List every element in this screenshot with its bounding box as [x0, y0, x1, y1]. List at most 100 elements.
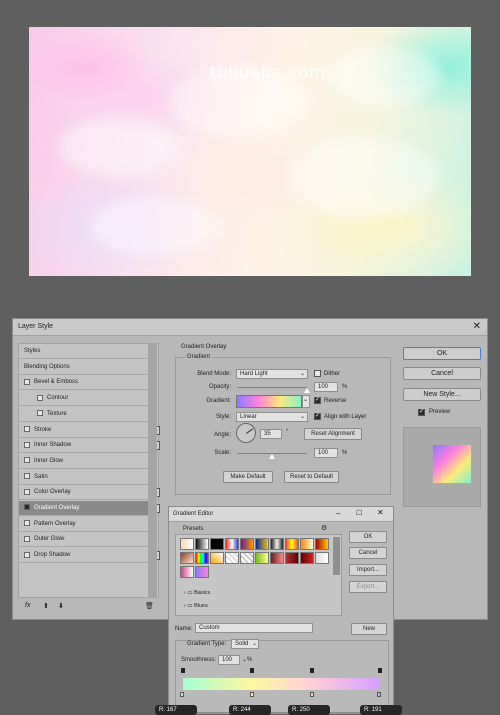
- preset-swatch[interactable]: [270, 538, 284, 550]
- preset-swatch[interactable]: [195, 552, 209, 564]
- preset-swatch[interactable]: [225, 552, 239, 564]
- preset-swatch[interactable]: [285, 552, 299, 564]
- new-button[interactable]: New: [351, 623, 387, 635]
- preset-swatch[interactable]: [285, 538, 299, 550]
- style-checkbox[interactable]: [24, 551, 30, 558]
- opacity-slider[interactable]: [237, 387, 307, 388]
- opacity-stop[interactable]: [250, 668, 254, 673]
- fx-icon[interactable]: fx: [25, 602, 30, 609]
- style-item[interactable]: Color Overlay+: [19, 485, 160, 501]
- style-checkbox[interactable]: [24, 473, 30, 480]
- preset-swatch[interactable]: [195, 538, 209, 550]
- preset-swatch[interactable]: [240, 538, 254, 550]
- opacity-stop[interactable]: [181, 668, 185, 673]
- ge-ok-button[interactable]: OK: [349, 531, 387, 543]
- style-item[interactable]: Inner Shadow+: [19, 438, 160, 454]
- style-item[interactable]: Outer Glow: [19, 532, 149, 548]
- opacity-stop[interactable]: [378, 668, 382, 673]
- presets-scrollbar[interactable]: [333, 537, 340, 575]
- style-checkbox[interactable]: [24, 378, 30, 385]
- style-item[interactable]: Stroke+: [19, 423, 160, 438]
- preset-swatch[interactable]: [240, 552, 254, 564]
- folder-blues[interactable]: › ▭ Blues: [184, 603, 208, 609]
- cancel-button[interactable]: Cancel: [403, 367, 481, 380]
- opacity-stop[interactable]: [310, 668, 314, 673]
- reverse-checkbox[interactable]: ✓: [314, 397, 321, 404]
- angle-dial[interactable]: [236, 423, 256, 443]
- maximize-icon[interactable]: ☐: [356, 509, 362, 517]
- style-item[interactable]: Blending Options: [19, 360, 149, 375]
- gradient-swatch[interactable]: [236, 395, 302, 408]
- angle-input[interactable]: 35: [260, 429, 282, 439]
- opacity-slider-knob[interactable]: [304, 388, 310, 393]
- preset-swatch[interactable]: [300, 552, 314, 564]
- color-stop[interactable]: [250, 692, 254, 697]
- make-default-button[interactable]: Make Default: [223, 471, 273, 483]
- new-style-button[interactable]: New Style...: [403, 388, 481, 401]
- styles-scrollbar[interactable]: [148, 343, 157, 598]
- gradient-type-select[interactable]: Solid ⌄: [231, 639, 259, 649]
- minimize-icon[interactable]: –: [336, 509, 340, 518]
- preview-checkbox[interactable]: ✓: [418, 409, 425, 416]
- preset-swatch[interactable]: [315, 538, 329, 550]
- name-input[interactable]: Custom: [195, 623, 313, 633]
- preset-swatch[interactable]: [255, 538, 269, 550]
- gradient-bar[interactable]: [183, 678, 380, 690]
- style-checkbox[interactable]: [24, 425, 30, 432]
- folder-basics[interactable]: › ▭ Basics: [184, 590, 210, 596]
- preset-swatch[interactable]: [225, 538, 239, 550]
- style-item[interactable]: Inner Glow: [19, 454, 149, 469]
- preset-swatch[interactable]: [270, 552, 284, 564]
- scale-slider-knob[interactable]: [269, 454, 275, 459]
- preset-swatch[interactable]: [300, 538, 314, 550]
- import-button[interactable]: Import...: [349, 564, 387, 576]
- preset-swatch[interactable]: [255, 552, 269, 564]
- opacity-input[interactable]: 100: [314, 382, 338, 392]
- style-checkbox[interactable]: [37, 410, 43, 417]
- move-up-icon[interactable]: ⬆: [43, 602, 49, 610]
- style-checkbox[interactable]: [24, 535, 30, 542]
- dither-checkbox[interactable]: [314, 370, 321, 377]
- scale-input[interactable]: 100: [314, 448, 338, 458]
- style-checkbox[interactable]: [24, 488, 30, 495]
- style-select[interactable]: Linear ⌄: [236, 412, 308, 422]
- presets-gear-icon[interactable]: ⚙: [321, 524, 327, 532]
- reset-alignment-button[interactable]: Reset Alignment: [304, 428, 362, 440]
- style-item[interactable]: Drop Shadow+: [19, 548, 160, 564]
- color-stop[interactable]: [180, 692, 184, 697]
- preset-swatch[interactable]: [195, 566, 209, 578]
- style-item[interactable]: Pattern Overlay: [19, 517, 149, 532]
- close-icon[interactable]: ✕: [473, 321, 481, 332]
- gradient-dropdown[interactable]: ⌄: [302, 395, 310, 408]
- trash-icon[interactable]: 🗑: [145, 602, 154, 610]
- ge-cancel-button[interactable]: Cancel: [349, 547, 387, 559]
- preset-swatch[interactable]: [180, 552, 194, 564]
- color-stop[interactable]: [377, 692, 381, 697]
- blend-mode-select[interactable]: Hard Light ⌄: [236, 369, 308, 379]
- style-checkbox[interactable]: [24, 520, 30, 527]
- style-item[interactable]: Styles: [19, 344, 149, 359]
- close-icon[interactable]: ✕: [377, 508, 384, 517]
- preset-swatch[interactable]: [210, 538, 224, 550]
- style-checkbox[interactable]: [37, 394, 43, 401]
- ok-button[interactable]: OK: [403, 347, 481, 360]
- move-down-icon[interactable]: ⬇: [58, 602, 64, 610]
- preset-swatch[interactable]: [315, 552, 329, 564]
- preset-swatch[interactable]: [180, 538, 194, 550]
- style-checkbox[interactable]: [24, 457, 30, 464]
- align-with-layer-checkbox[interactable]: ✓: [314, 413, 321, 420]
- preset-swatch[interactable]: [210, 552, 224, 564]
- smoothness-input[interactable]: 100: [218, 655, 240, 665]
- style-checkbox[interactable]: [24, 504, 30, 511]
- style-item[interactable]: Satin: [19, 470, 149, 485]
- style-item[interactable]: Texture: [19, 407, 149, 422]
- style-item[interactable]: Contour: [19, 391, 149, 407]
- reset-to-default-button[interactable]: Reset to Default: [284, 471, 339, 483]
- scale-percent: %: [342, 450, 348, 456]
- style-item[interactable]: Bevel & Emboss: [19, 375, 149, 391]
- style-checkbox[interactable]: [24, 441, 30, 448]
- style-item[interactable]: Gradient Overlay+: [19, 501, 160, 516]
- export-button[interactable]: Export...: [349, 581, 387, 593]
- preset-swatch[interactable]: [180, 566, 194, 578]
- color-stop[interactable]: [310, 692, 314, 697]
